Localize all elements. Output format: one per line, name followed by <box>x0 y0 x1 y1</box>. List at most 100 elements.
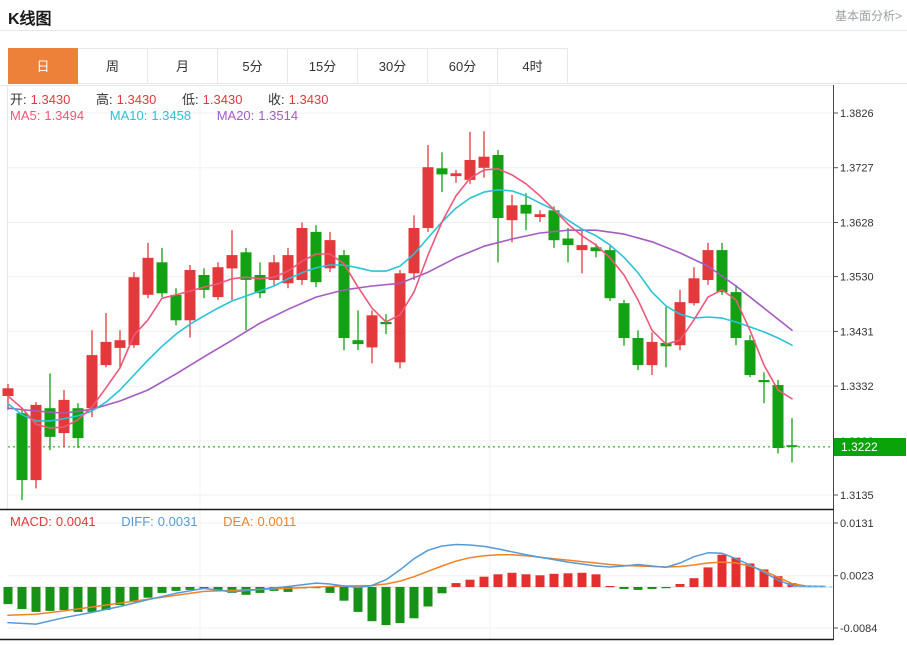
macd-bar-negative <box>340 587 349 601</box>
macd-bar-negative <box>634 587 643 590</box>
candle-body-down <box>745 340 756 375</box>
dea-label: DEA: <box>223 514 253 529</box>
candle-body-down <box>157 262 168 293</box>
axis-tick-label: -0.0084 <box>840 623 877 635</box>
candle-body-up <box>423 167 434 228</box>
candle-body-up <box>87 355 98 408</box>
candle-body-down <box>73 408 84 438</box>
candle-body-up <box>367 315 378 347</box>
close-value: 1.3430 <box>289 92 329 107</box>
candle-body-down <box>171 295 182 320</box>
candle-body-down <box>437 168 448 174</box>
candle-body-up <box>479 157 490 168</box>
macd-bar-negative <box>354 587 363 612</box>
candle-body-up <box>647 342 658 365</box>
high-label: 高: <box>96 92 113 107</box>
ma-row: MA5:1.3494 MA10:1.3458 MA20:1.3514 <box>10 108 302 123</box>
candle-body-down <box>353 340 364 344</box>
candle-body-down <box>787 445 798 447</box>
candle-body-up <box>535 214 546 217</box>
dea-value: 0.0011 <box>258 514 297 529</box>
macd-bar-positive <box>606 586 615 587</box>
macd-bar-negative <box>4 587 13 604</box>
macd-bar-negative <box>32 587 41 612</box>
macd-bar-negative <box>158 587 167 593</box>
macd-bar-negative <box>648 587 657 589</box>
macd-label: MACD: <box>10 514 52 529</box>
macd-bar-positive <box>522 574 531 587</box>
macd-bar-positive <box>494 574 503 587</box>
candle-body-down <box>759 380 770 382</box>
macd-bar-negative <box>662 587 671 588</box>
macd-bar-negative <box>102 587 111 610</box>
axis-tick-label: 1.3135 <box>840 490 874 502</box>
macd-bar-negative <box>396 587 405 623</box>
macd-bar-negative <box>382 587 391 625</box>
candle-body-up <box>3 388 14 396</box>
macd-value: 0.0041 <box>56 514 96 529</box>
current-price-tag: 1.3222 <box>834 438 906 456</box>
macd-bar-negative <box>18 587 27 609</box>
macd-bar-positive <box>508 573 517 587</box>
macd-bar-negative <box>144 587 153 598</box>
candle-body-up <box>59 400 70 433</box>
macd-bar-negative <box>46 587 55 611</box>
candle-body-up <box>451 173 462 176</box>
candle-body-down <box>311 232 322 282</box>
macd-bar-positive <box>704 567 713 587</box>
axis-tick-label: 1.3530 <box>840 272 874 284</box>
candle-body-up <box>115 340 126 348</box>
diff-label: DIFF: <box>121 514 154 529</box>
ma10-value: 1.3458 <box>151 108 191 123</box>
macd-bar-positive <box>480 577 489 587</box>
macd-bar-negative <box>172 587 181 591</box>
ma5-value: 1.3494 <box>44 108 84 123</box>
candle-body-down <box>339 255 350 338</box>
macd-row: MACD: 0.0041 DIFF: 0.0031 DEA: 0.0011 <box>10 514 300 529</box>
ma5-label: MA5: <box>10 108 40 123</box>
candle-body-down <box>17 413 28 480</box>
axis-tick-label: 0.0131 <box>840 518 874 530</box>
macd-bar-positive <box>592 574 601 587</box>
candle-body-down <box>493 155 504 218</box>
axis-tick-label: 1.3332 <box>840 381 874 393</box>
ma20-value: 1.3514 <box>258 108 298 123</box>
macd-bar-negative <box>60 587 69 610</box>
candle-body-up <box>507 205 518 220</box>
macd-bar-negative <box>326 587 335 593</box>
candle-body-down <box>717 250 728 292</box>
macd-bar-positive <box>550 574 559 587</box>
close-label: 收: <box>268 92 285 107</box>
candle-body-down <box>773 385 784 448</box>
macd-bar-negative <box>186 587 195 590</box>
macd-bar-negative <box>368 587 377 621</box>
candle-body-up <box>465 160 476 180</box>
macd-bar-positive <box>452 583 461 587</box>
macd-bar-negative <box>130 587 139 602</box>
candle-body-down <box>563 239 574 246</box>
high-value: 1.3430 <box>117 92 157 107</box>
axis-tick-label: 0.0023 <box>840 571 874 583</box>
low-label: 低: <box>182 92 199 107</box>
candle-body-up <box>227 255 238 268</box>
axis-tick-label: 1.3628 <box>840 218 874 230</box>
candle-body-up <box>689 278 700 303</box>
candle-body-down <box>633 338 644 365</box>
candle-body-up <box>31 405 42 480</box>
candle-body-down <box>619 303 630 338</box>
macd-bar-negative <box>438 587 447 593</box>
candle-body-up <box>101 342 112 365</box>
macd-bar-positive <box>466 580 475 587</box>
candle-body-up <box>577 245 588 250</box>
candle-body-down <box>241 252 252 280</box>
axis-tick-label: 1.3431 <box>840 326 874 338</box>
candle-body-up <box>185 270 196 320</box>
macd-bar-positive <box>578 573 587 587</box>
candle-body-up <box>395 273 406 362</box>
candle-body-up <box>143 258 154 295</box>
ohlc-row: 开:1.3430 高:1.3430 低:1.3430 收:1.3430 <box>10 89 332 108</box>
diff-value: 0.0031 <box>158 514 198 529</box>
macd-bar-negative <box>620 587 629 589</box>
axis-tick-label: 1.3826 <box>840 108 874 120</box>
ma20-label: MA20: <box>217 108 255 123</box>
